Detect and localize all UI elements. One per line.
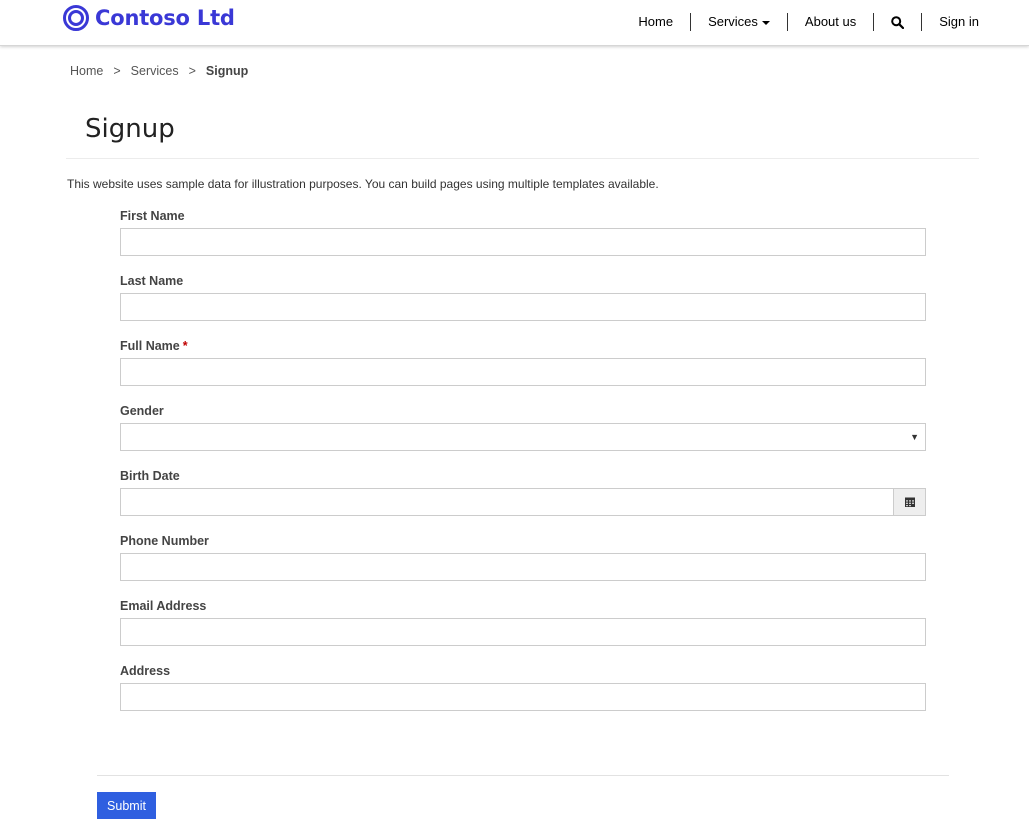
page-title: Signup [85, 114, 175, 144]
last-name-label: Last Name [120, 274, 184, 288]
submit-button[interactable]: Submit [97, 792, 156, 819]
breadcrumb-current: Signup [205, 64, 249, 78]
breadcrumb-home[interactable]: Home [70, 64, 103, 78]
title-divider [66, 158, 979, 159]
nav-home-label: Home [638, 14, 674, 29]
address-input[interactable] [120, 683, 926, 711]
nav-search-button[interactable] [874, 13, 923, 31]
calendar-icon [904, 497, 915, 507]
intro-text: This website uses sample data for illust… [67, 177, 659, 191]
search-icon [891, 15, 905, 29]
birth-date-label: Birth Date [120, 469, 180, 483]
first-name-label: First Name [120, 209, 185, 223]
breadcrumb-services[interactable]: Services [131, 64, 179, 78]
email-label: Email Address [120, 599, 207, 613]
nav-home[interactable]: Home [621, 13, 692, 31]
first-name-input[interactable] [120, 228, 926, 256]
date-picker-button[interactable] [893, 488, 926, 516]
address-label: Address [120, 664, 171, 678]
last-name-input[interactable] [120, 293, 926, 321]
nav-about-label: About us [804, 14, 857, 29]
breadcrumb: Home > Services > Signup [70, 64, 248, 78]
caret-down-icon [761, 21, 770, 25]
birth-date-input[interactable] [120, 488, 893, 516]
top-navbar: Contoso Ltd Home Services About us Sign … [0, 0, 1029, 46]
nav-about[interactable]: About us [788, 13, 875, 31]
brand-name: Contoso Ltd [95, 6, 235, 30]
phone-label: Phone Number [120, 534, 209, 548]
breadcrumb-separator: > [188, 64, 196, 78]
gender-select[interactable]: ▼ [120, 423, 926, 451]
dropdown-arrow-icon: ▼ [910, 432, 919, 442]
form-footer-divider [97, 775, 949, 776]
nav-sign-in[interactable]: Sign in [922, 13, 989, 31]
email-input[interactable] [120, 618, 926, 646]
nav-sign-in-label: Sign in [939, 14, 979, 29]
full-name-input[interactable] [120, 358, 926, 386]
ring-logo-icon [63, 5, 89, 31]
required-marker: * [182, 339, 188, 353]
birth-date-field [120, 488, 926, 516]
gender-label: Gender [120, 404, 164, 418]
phone-input[interactable] [120, 553, 926, 581]
brand[interactable]: Contoso Ltd [62, 4, 235, 32]
nav-services-label: Services [708, 14, 758, 29]
nav-services[interactable]: Services [691, 13, 788, 31]
breadcrumb-separator: > [113, 64, 121, 78]
full-name-label: Full Name [120, 339, 180, 353]
full-name-label-wrap: Full Name * [120, 339, 188, 353]
main-nav: Home Services About us Sign in [621, 11, 989, 33]
